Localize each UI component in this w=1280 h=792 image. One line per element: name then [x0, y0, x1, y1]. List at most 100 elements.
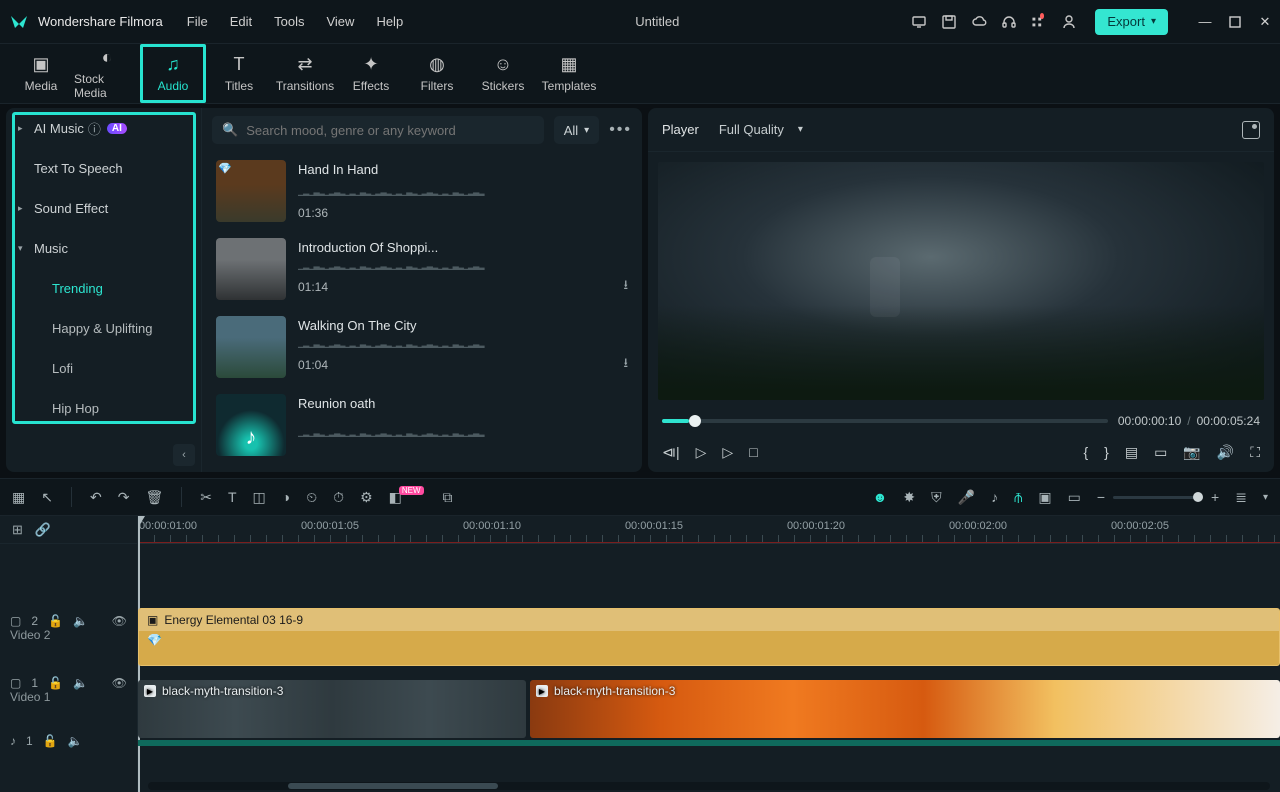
- lock-icon[interactable]: 🔓: [43, 734, 58, 748]
- magnet-icon[interactable]: ⫚: [1014, 489, 1022, 506]
- menu-file[interactable]: File: [187, 14, 208, 29]
- tab-media[interactable]: ▣Media: [8, 44, 74, 103]
- save-icon[interactable]: [941, 14, 957, 30]
- speed-icon[interactable]: ⏲: [306, 489, 317, 506]
- video-preview[interactable]: [658, 162, 1264, 400]
- mute-icon[interactable]: 🔈: [73, 676, 88, 690]
- scrub-knob[interactable]: [689, 415, 701, 427]
- search-field[interactable]: [246, 123, 534, 138]
- mark-out-icon[interactable]: }: [1104, 444, 1109, 460]
- download-icon[interactable]: ⭳: [623, 276, 628, 298]
- cut-icon[interactable]: ✂: [200, 489, 212, 506]
- group-icon[interactable]: ⧉: [443, 489, 453, 506]
- stop-icon[interactable]: □: [749, 444, 757, 460]
- zoom-out-icon[interactable]: −: [1097, 489, 1105, 505]
- tab-audio[interactable]: ♫Audio: [140, 44, 206, 103]
- maximize-icon[interactable]: [1228, 15, 1242, 29]
- sidebar-item-hiphop[interactable]: Hip Hop: [6, 388, 201, 428]
- audio-track-item[interactable]: Walking On The City ▁▂▁▃▂▁▂▃▂▁▂▁▃▂▁▂▃▂▁▂…: [212, 308, 632, 386]
- volume-icon[interactable]: 🔊: [1217, 444, 1234, 461]
- timeline-body[interactable]: 00:00:01:00 00:00:01:05 00:00:01:10 00:0…: [138, 516, 1280, 792]
- eye-icon[interactable]: 👁: [112, 614, 127, 628]
- sidebar-item-lofi[interactable]: Lofi: [6, 348, 201, 388]
- marker-list-icon[interactable]: ▤: [1125, 444, 1138, 461]
- fullscreen-icon[interactable]: ⛶: [1250, 444, 1260, 461]
- delete-icon[interactable]: 🗑: [145, 489, 163, 506]
- next-frame-icon[interactable]: ▷: [722, 444, 733, 461]
- eye-icon[interactable]: 👁: [112, 676, 127, 690]
- tab-stickers[interactable]: ☺Stickers: [470, 44, 536, 103]
- minimize-icon[interactable]: —: [1198, 15, 1212, 29]
- sidebar-item-sound-effect[interactable]: ▸Sound Effect: [6, 188, 201, 228]
- filter-dropdown[interactable]: All ▾: [554, 116, 599, 144]
- tab-titles[interactable]: TTitles: [206, 44, 272, 103]
- audio-strip[interactable]: [138, 740, 1280, 746]
- zoom-in-icon[interactable]: +: [1211, 489, 1219, 505]
- sparkle-icon[interactable]: ✸: [903, 489, 915, 506]
- music-icon[interactable]: ♪: [991, 489, 998, 505]
- tab-stock-media[interactable]: ◐Stock Media: [74, 44, 140, 103]
- snapshot-icon[interactable]: [1242, 121, 1260, 139]
- mute-icon[interactable]: 🔈: [73, 614, 88, 628]
- sidebar-item-trending[interactable]: Trending: [6, 268, 201, 308]
- cloud-icon[interactable]: [971, 14, 987, 30]
- close-icon[interactable]: ✕: [1258, 15, 1272, 29]
- frame-icon[interactable]: ▣: [1038, 489, 1051, 506]
- mask-icon[interactable]: ◑: [282, 489, 290, 505]
- prev-frame-icon[interactable]: ⧏|: [662, 444, 680, 461]
- color-icon[interactable]: ◧NEW: [389, 489, 427, 506]
- undo-icon[interactable]: ↶: [90, 489, 102, 506]
- zoom-knob[interactable]: [1193, 492, 1203, 502]
- link-icon[interactable]: 🔗: [35, 522, 51, 538]
- add-track-icon[interactable]: ⊞: [12, 522, 23, 538]
- sidebar-item-ai-music[interactable]: ▸ AI Music ⓘ AI: [6, 108, 201, 148]
- clip-black-myth-a[interactable]: ▶black-myth-transition-3: [138, 680, 526, 738]
- audio-track-item[interactable]: Reunion oath ▁▂▁▃▂▁▂▃▂▁▂▁▃▂▁▂▃▂▁▂▁▃▂▁▂▃▂…: [212, 386, 632, 464]
- search-input[interactable]: 🔍: [212, 116, 544, 144]
- quality-dropdown[interactable]: Full Quality ▾: [719, 122, 803, 137]
- scrollbar-thumb[interactable]: [288, 783, 498, 789]
- tab-transitions[interactable]: ⇄Transitions: [272, 44, 338, 103]
- adjust-icon[interactable]: ⚙: [360, 489, 373, 506]
- shield-icon[interactable]: ⛨: [931, 489, 942, 506]
- export-button[interactable]: Export ▾: [1095, 9, 1168, 35]
- tab-effects[interactable]: ✦Effects: [338, 44, 404, 103]
- play-icon[interactable]: ▷: [696, 444, 707, 461]
- audio-track-item[interactable]: Introduction Of Shoppi... ▁▂▁▃▂▁▂▃▂▁▂▁▃▂…: [212, 230, 632, 308]
- chevron-down-icon[interactable]: ▾: [1263, 492, 1268, 503]
- sidebar-item-happy[interactable]: Happy & Uplifting: [6, 308, 201, 348]
- mark-in-icon[interactable]: {: [1083, 444, 1088, 460]
- layout-icon[interactable]: ▦: [12, 489, 25, 506]
- headphones-icon[interactable]: [1001, 14, 1017, 30]
- more-options-icon[interactable]: •••: [609, 121, 632, 139]
- tab-filters[interactable]: ◍Filters: [404, 44, 470, 103]
- clip-energy-elemental[interactable]: ▣Energy Elemental 03 16-9 💎: [138, 608, 1280, 666]
- zoom-slider[interactable]: [1113, 496, 1203, 499]
- text-icon[interactable]: T: [228, 489, 237, 505]
- desktop-icon[interactable]: [911, 14, 927, 30]
- scrub-bar[interactable]: [662, 419, 1108, 423]
- menu-view[interactable]: View: [326, 14, 354, 29]
- crop-icon[interactable]: ◫: [253, 489, 266, 506]
- download-icon[interactable]: ⭳: [623, 354, 628, 376]
- timer-icon[interactable]: ⏱: [333, 489, 344, 506]
- sidebar-item-music[interactable]: ▾Music: [6, 228, 201, 268]
- grid-icon[interactable]: [1031, 14, 1047, 30]
- pointer-icon[interactable]: ↖: [41, 489, 53, 506]
- list-view-icon[interactable]: ≣: [1235, 489, 1247, 506]
- redo-icon[interactable]: ↷: [118, 489, 130, 506]
- timeline-scrollbar[interactable]: [148, 782, 1270, 790]
- tab-templates[interactable]: ▦Templates: [536, 44, 602, 103]
- timeline-ruler[interactable]: 00:00:01:00 00:00:01:05 00:00:01:10 00:0…: [138, 516, 1280, 544]
- audio-track-item[interactable]: 💎 Hand In Hand ▁▂▁▃▂▁▂▃▂▁▂▁▃▂▁▂▃▂▁▂▁▃▂▁▂…: [212, 152, 632, 230]
- mute-icon[interactable]: 🔈: [68, 734, 83, 748]
- lock-icon[interactable]: 🔓: [48, 614, 63, 628]
- menu-tools[interactable]: Tools: [274, 14, 304, 29]
- user-icon[interactable]: [1061, 14, 1077, 30]
- ai-assist-icon[interactable]: ☻: [873, 489, 888, 505]
- menu-edit[interactable]: Edit: [230, 14, 252, 29]
- render-icon[interactable]: ▭: [1068, 489, 1081, 506]
- lock-icon[interactable]: 🔓: [48, 676, 63, 690]
- sidebar-item-tts[interactable]: Text To Speech: [6, 148, 201, 188]
- menu-help[interactable]: Help: [376, 14, 403, 29]
